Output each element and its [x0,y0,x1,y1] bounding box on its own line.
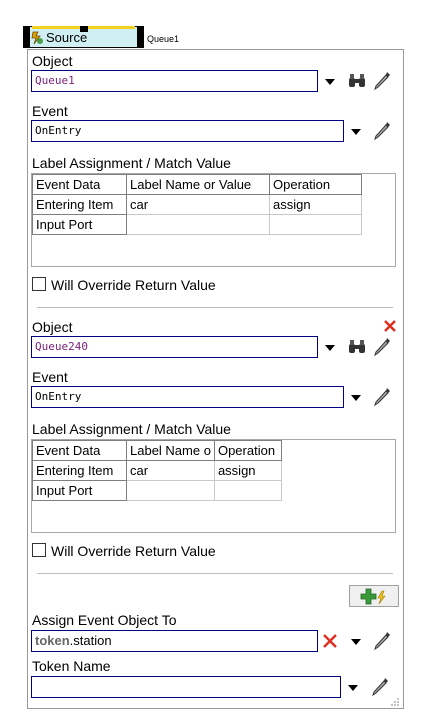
table-cell[interactable] [126,214,270,235]
object-field[interactable]: Queue240 [31,336,318,358]
eyedropper-icon[interactable] [372,386,392,408]
table-cell[interactable]: car [126,460,215,481]
label-assignment-table: Event Data Label Name o Operation Enteri… [32,440,282,501]
override-checkbox[interactable] [32,543,46,557]
source-icon [31,31,43,45]
label-assignment-table: Event Data Label Name or Value Operation… [32,174,362,235]
add-event-icon [360,588,386,605]
object-field[interactable]: Queue1 [31,70,318,92]
delete-icon[interactable] [383,319,397,333]
label-assignment-label: Label Assignment / Match Value [32,155,231,171]
token-name-label: Token Name [32,658,111,674]
add-assignment-button[interactable] [349,585,399,607]
tab-handle-left [23,26,30,48]
label-assignment-label: Label Assignment / Match Value [32,421,231,437]
assign-event-object-field[interactable]: token.station [31,630,318,652]
event-field[interactable]: OnEntry [31,120,344,142]
eyedropper-icon[interactable] [372,70,392,92]
column-header: Event Data [32,440,127,461]
properties-panel [27,49,404,709]
chevron-down-icon[interactable] [348,685,358,691]
table-row: Entering Item car assign [32,194,362,215]
object-label: Object [32,319,73,335]
source-tab-label: Source [46,30,88,45]
table-row: Input Port [32,214,362,235]
table-cell[interactable] [269,214,362,235]
assign-event-object-label: Assign Event Object To [32,612,177,628]
delete-icon[interactable] [322,633,338,649]
row-header: Input Port [32,214,127,235]
eyedropper-icon[interactable] [372,336,392,358]
column-header: Operation [213,440,282,461]
row-header: Entering Item [32,194,127,215]
override-label: Will Override Return Value [51,543,216,559]
table-cell[interactable] [126,480,215,501]
table-cell[interactable]: assign [269,194,362,215]
token-name-field[interactable] [31,676,341,698]
eyedropper-icon[interactable] [372,630,392,652]
divider [37,573,393,574]
table-cell[interactable] [213,480,282,501]
binoculars-icon[interactable] [348,73,366,89]
chevron-down-icon[interactable] [351,395,361,401]
column-header: Operation [269,174,362,195]
chevron-down-icon[interactable] [325,79,335,85]
binoculars-icon[interactable] [348,339,366,355]
override-checkbox[interactable] [32,277,46,291]
table-cell[interactable]: assign [213,460,282,481]
divider [37,307,393,308]
column-header: Label Name or Value [126,174,270,195]
token-keyword: token [35,633,70,648]
table-cell[interactable]: car [126,194,270,215]
eyedropper-icon[interactable] [372,120,392,142]
event-label: Event [32,369,68,385]
token-property: .station [69,633,112,648]
override-label: Will Override Return Value [51,277,216,293]
tab-handle-right [137,26,144,48]
event-field[interactable]: OnEntry [31,386,344,408]
column-header: Event Data [32,174,127,195]
event-label: Event [32,103,68,119]
chevron-down-icon[interactable] [325,345,335,351]
object-label: Object [32,53,73,69]
eyedropper-icon[interactable] [370,676,390,698]
table-row: Entering Item car assign [32,460,282,481]
row-header: Input Port [32,480,127,501]
chevron-down-icon[interactable] [351,639,361,645]
source-tab[interactable]: Source [23,26,144,48]
table-row: Input Port [32,480,282,501]
chevron-down-icon[interactable] [351,129,361,135]
queue-tag-label: Queue1 [147,34,180,44]
resize-grip-icon[interactable] [390,697,400,707]
row-header: Entering Item [32,460,127,481]
column-header: Label Name o [126,440,215,461]
